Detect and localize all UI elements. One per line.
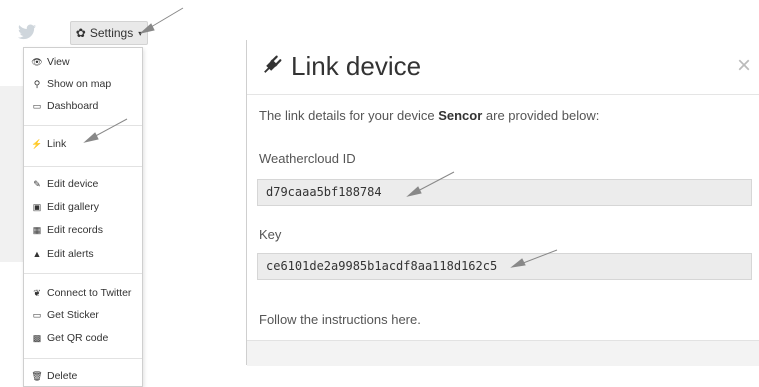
- menu-item-label: Edit device: [47, 178, 99, 190]
- trash-icon: 🗑: [31, 370, 43, 381]
- menu-item-link[interactable]: ⚡ Link: [24, 134, 142, 154]
- bell-icon: ▲: [32, 249, 42, 259]
- menu-item-delete[interactable]: 🗑 Delete: [24, 366, 142, 386]
- menu-item-connect-to-twitter[interactable]: ❦ Connect to Twitter: [24, 283, 142, 303]
- menu-item-label: Connect to Twitter: [47, 287, 132, 299]
- plug-icon: [264, 55, 282, 73]
- weathercloud-id-field[interactable]: d79caaa5bf188784: [257, 179, 752, 206]
- settings-dropdown-menu: 👁 View ⚲ Show on map ▭ Dashboard ⚡ Link …: [23, 47, 143, 387]
- settings-button[interactable]: ✿ Settings ▾: [70, 21, 148, 45]
- close-icon[interactable]: ×: [737, 54, 751, 78]
- chevron-down-icon: ▾: [138, 28, 143, 38]
- menu-item-show-on-map[interactable]: ⚲ Show on map: [24, 74, 142, 94]
- menu-item-label: Link: [47, 138, 67, 150]
- calendar-icon: ▦: [32, 224, 42, 235]
- sticker-icon: ▭: [32, 309, 42, 320]
- instructions-text[interactable]: Follow the instructions here.: [259, 312, 421, 327]
- device-name: Sencor: [438, 108, 483, 123]
- image-icon: ▣: [32, 201, 42, 212]
- menu-item-label: Dashboard: [47, 100, 99, 112]
- menu-item-label: Edit alerts: [47, 248, 94, 260]
- menu-item-label: View: [47, 56, 70, 68]
- menu-item-label: Delete: [47, 370, 78, 382]
- map-marker-icon: ⚲: [33, 78, 41, 89]
- intro-text: The link details for your device Sencor …: [259, 108, 599, 123]
- qr-code-icon: ▩: [32, 332, 42, 343]
- intro-prefix: The link details for your device: [259, 108, 439, 123]
- twitter-icon[interactable]: [18, 24, 36, 40]
- key-label: Key: [259, 227, 282, 242]
- menu-item-label: Edit gallery: [47, 201, 99, 213]
- modal-footer: [247, 340, 759, 366]
- menu-divider: [24, 273, 142, 274]
- link-device-modal: Link device × The link details for your …: [247, 40, 759, 366]
- modal-header: Link device ×: [247, 40, 759, 95]
- menu-divider: [24, 125, 142, 126]
- weathercloud-id-label: Weathercloud ID: [259, 151, 356, 166]
- menu-item-dashboard[interactable]: ▭ Dashboard: [24, 96, 142, 116]
- menu-item-label: Get QR code: [47, 332, 109, 344]
- wrench-icon: ✎: [33, 178, 41, 189]
- menu-divider: [24, 358, 142, 359]
- plug-icon: ⚡: [31, 138, 43, 149]
- menu-item-edit-device[interactable]: ✎ Edit device: [24, 174, 142, 194]
- key-field[interactable]: ce6101de2a9985b1acdf8aa118d162c5: [257, 253, 752, 280]
- gear-icon: ✿: [75, 26, 86, 40]
- eye-icon: 👁: [31, 56, 43, 67]
- menu-divider: [24, 166, 142, 167]
- twitter-icon: ❦: [33, 287, 41, 298]
- menu-item-get-sticker[interactable]: ▭ Get Sticker: [24, 305, 142, 325]
- menu-item-get-qr-code[interactable]: ▩ Get QR code: [24, 328, 142, 348]
- menu-item-edit-gallery[interactable]: ▣ Edit gallery: [24, 197, 142, 217]
- modal-title: Link device: [291, 51, 422, 81]
- menu-item-view[interactable]: 👁 View: [24, 52, 142, 72]
- menu-item-edit-records[interactable]: ▦ Edit records: [24, 220, 142, 240]
- settings-label: Settings: [89, 26, 134, 40]
- menu-item-label: Show on map: [47, 78, 112, 90]
- intro-suffix: are provided below:: [482, 108, 600, 123]
- monitor-icon: ▭: [32, 100, 42, 111]
- menu-item-label: Edit records: [47, 224, 104, 236]
- menu-item-edit-alerts[interactable]: ▲ Edit alerts: [24, 244, 142, 264]
- menu-item-label: Get Sticker: [47, 309, 99, 321]
